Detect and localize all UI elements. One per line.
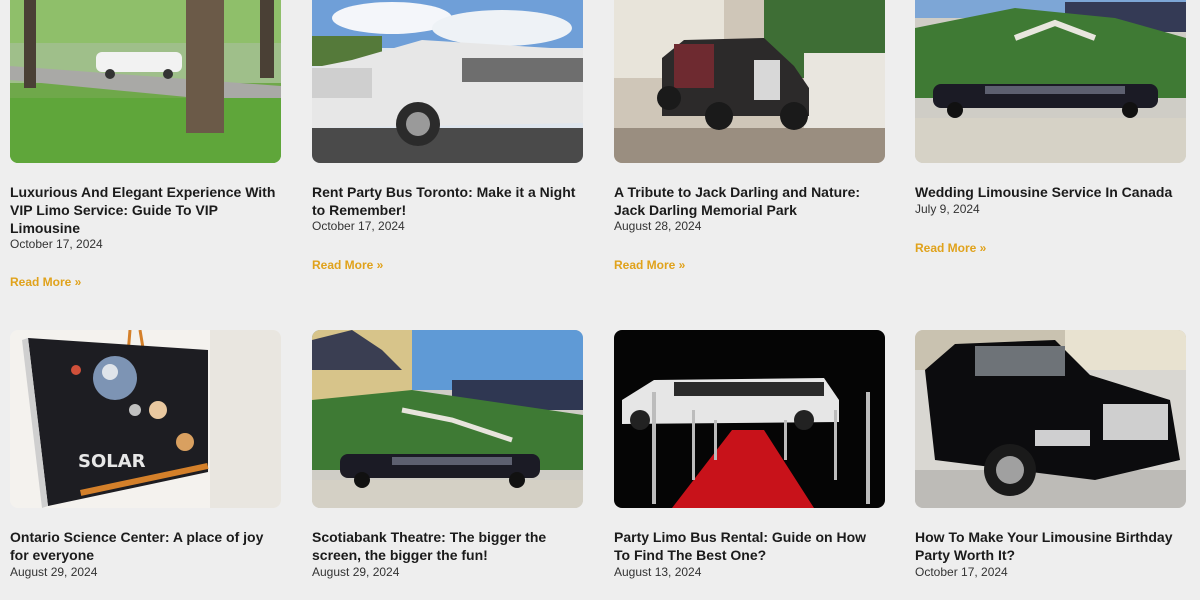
post-title[interactable]: Luxurious And Elegant Experience With VI… (10, 183, 281, 237)
post-thumbnail[interactable] (915, 0, 1186, 163)
post-thumbnail[interactable] (915, 330, 1186, 508)
post-date: October 17, 2024 (915, 565, 1008, 579)
post-date: July 9, 2024 (915, 202, 980, 216)
post-title[interactable]: Ontario Science Center: A place of joy f… (10, 528, 281, 564)
post-thumbnail[interactable] (312, 330, 583, 508)
post-thumbnail[interactable] (312, 0, 583, 163)
post-thumbnail[interactable]: SOLAR (10, 330, 281, 508)
post-date: August 28, 2024 (614, 219, 702, 233)
post-title[interactable]: Scotiabank Theatre: The bigger the scree… (312, 528, 583, 564)
post-title[interactable]: How To Make Your Limousine Birthday Part… (915, 528, 1186, 564)
read-more-link[interactable]: Read More » (915, 241, 986, 255)
post-date: August 29, 2024 (10, 565, 98, 579)
svg-text:SOLAR: SOLAR (78, 451, 146, 472)
post-title[interactable]: A Tribute to Jack Darling and Nature: Ja… (614, 183, 885, 219)
post-title[interactable]: Party Limo Bus Rental: Guide on How To F… (614, 528, 885, 564)
post-title[interactable]: Rent Party Bus Toronto: Make it a Night … (312, 183, 583, 219)
read-more-link[interactable]: Read More » (10, 275, 81, 289)
read-more-link[interactable]: Read More » (614, 258, 685, 272)
post-date: October 17, 2024 (10, 237, 103, 251)
post-date: October 17, 2024 (312, 219, 405, 233)
post-thumbnail[interactable] (614, 330, 885, 508)
post-thumbnail[interactable] (614, 0, 885, 163)
post-thumbnail[interactable] (10, 0, 281, 163)
post-title[interactable]: Wedding Limousine Service In Canada (915, 183, 1186, 201)
read-more-link[interactable]: Read More » (312, 258, 383, 272)
post-date: August 13, 2024 (614, 565, 702, 579)
post-date: August 29, 2024 (312, 565, 400, 579)
